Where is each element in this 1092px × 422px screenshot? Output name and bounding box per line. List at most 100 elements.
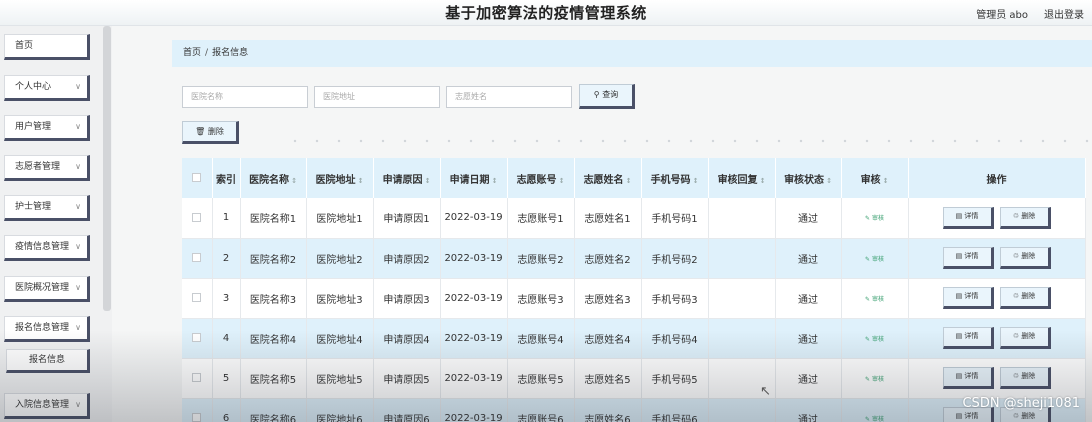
sidebar-item[interactable]: 入院信息管理 ∨ — [4, 393, 90, 419]
row-delete-button[interactable]: ♲ 删除 — [999, 327, 1051, 349]
watermark: CSDN @sheji1081 — [962, 396, 1080, 411]
select-all-checkbox[interactable] — [192, 173, 202, 182]
audit-link[interactable]: ✎ 审核 — [865, 376, 884, 383]
column-header[interactable]: 审核状态 ↕ — [775, 158, 842, 198]
sidebar-item-label: 个人中心 — [15, 82, 52, 92]
sidebar-item[interactable]: 报名信息管理 ∨ — [4, 316, 90, 342]
sort-icon[interactable]: ↕ — [425, 177, 431, 185]
column-header[interactable]: 审核 ↕ — [841, 158, 909, 198]
detail-button[interactable]: ▤ 详情 — [942, 287, 994, 309]
cell-index: 3 — [212, 278, 241, 319]
column-header-label: 操作 — [986, 174, 1007, 186]
sort-icon[interactable]: ↕ — [826, 177, 832, 185]
sort-icon[interactable]: ↕ — [559, 177, 565, 185]
sidebar-item-label: 疫情信息管理 — [15, 242, 70, 252]
column-header[interactable]: 手机号码 ↕ — [641, 158, 709, 198]
chevron-down-icon: ∨ — [75, 323, 81, 332]
column-header[interactable]: 申请原因 ↕ — [373, 158, 441, 198]
column-header[interactable]: 志愿姓名 ↕ — [574, 158, 642, 198]
sort-icon[interactable]: ↕ — [626, 177, 632, 185]
sort-icon[interactable]: ↕ — [291, 177, 297, 185]
cell-reply — [708, 398, 776, 422]
column-header[interactable]: 医院地址 ↕ — [306, 158, 374, 198]
column-header-label: 志愿账号 — [516, 174, 557, 186]
audit-link[interactable]: ✎ 审核 — [865, 296, 884, 303]
search-icon: ⚲ — [593, 90, 600, 99]
detail-label: 详情 — [964, 211, 979, 220]
sidebar-item[interactable]: 用户管理 ∨ — [4, 115, 90, 141]
cell-actions: ▤ 详情 ♲ 删除 — [908, 238, 1086, 279]
sidebar-item[interactable]: 医院概况管理 ∨ — [4, 276, 90, 302]
audit-link[interactable]: ✎ 审核 — [865, 256, 884, 263]
cell-actions: ▤ 详情 ♲ 删除 — [908, 358, 1086, 399]
row-checkbox[interactable] — [192, 333, 202, 342]
trash-icon: ♲ — [1012, 372, 1020, 380]
cell-index: 4 — [212, 318, 241, 359]
hospital-name-input[interactable]: 医院名称 — [182, 86, 308, 108]
row-checkbox[interactable] — [192, 253, 202, 262]
sidebar-scrollbar[interactable] — [103, 26, 111, 311]
detail-button[interactable]: ▤ 详情 — [942, 367, 994, 389]
row-checkbox[interactable] — [192, 293, 202, 302]
sort-icon[interactable]: ↕ — [883, 177, 889, 185]
cell-phone: 手机号码3 — [641, 278, 709, 319]
detail-button[interactable]: ▤ 详情 — [942, 206, 994, 229]
edit-icon: ✎ — [865, 255, 871, 263]
audit-link[interactable]: ✎ 审核 — [865, 215, 884, 222]
volunteer-name-input[interactable]: 志愿姓名 — [446, 86, 572, 108]
cell-phone: 手机号码6 — [641, 398, 709, 422]
cell-account: 志愿账号4 — [507, 318, 575, 359]
cell-account: 志愿账号5 — [507, 358, 575, 399]
row-delete-button[interactable]: ♲ 删除 — [999, 247, 1051, 269]
batch-delete-button[interactable]: 🗑 删除 — [182, 121, 239, 144]
row-delete-button[interactable]: ♲ 删除 — [999, 206, 1051, 229]
query-button[interactable]: ⚲ 查询 — [579, 84, 635, 109]
cell-reason: 申请原因1 — [373, 198, 441, 239]
sort-icon[interactable]: ↕ — [492, 177, 498, 185]
row-delete-label: 删除 — [1021, 372, 1036, 380]
detail-button[interactable]: ▤ 详情 — [942, 247, 994, 269]
column-header-label: 志愿姓名 — [583, 174, 624, 186]
cell-audit: ✎ 审核 — [841, 318, 909, 359]
cell-name: 志愿姓名3 — [574, 278, 642, 319]
row-delete-button[interactable]: ♲ 删除 — [999, 367, 1051, 389]
detail-button[interactable]: ▤ 详情 — [942, 327, 994, 349]
sidebar-item[interactable]: 疫情信息管理 ∨ — [4, 235, 90, 261]
sidebar-item[interactable]: 志愿者管理 ∨ — [4, 155, 90, 181]
row-checkbox[interactable] — [192, 212, 202, 222]
audit-label: 审核 — [871, 255, 884, 263]
cell-date: 2022-03-19 — [440, 358, 508, 399]
cell-hospital-name: 医院名称2 — [240, 238, 307, 279]
column-header[interactable]: 志愿账号 ↕ — [507, 158, 575, 198]
sidebar-item[interactable]: 护士管理 ∨ — [4, 195, 90, 221]
row-checkbox[interactable] — [192, 413, 202, 422]
batch-delete-label: 删除 — [207, 127, 224, 136]
breadcrumb-current: 报名信息 — [212, 48, 249, 58]
row-delete-label: 删除 — [1021, 292, 1036, 300]
column-header[interactable]: 申请日期 ↕ — [440, 158, 508, 198]
hospital-address-input[interactable]: 医院地址 — [314, 86, 440, 108]
detail-icon: ▤ — [955, 412, 963, 420]
cell-account: 志愿账号2 — [507, 238, 575, 279]
row-delete-label: 删除 — [1021, 211, 1036, 220]
row-delete-button[interactable]: ♲ 删除 — [999, 287, 1051, 309]
sidebar-item[interactable]: 首页 — [4, 34, 90, 60]
detail-label: 详情 — [964, 332, 979, 340]
sort-icon[interactable]: ↕ — [760, 177, 766, 185]
column-header[interactable]: 审核回复 ↕ — [708, 158, 776, 198]
sort-icon[interactable]: ↕ — [358, 177, 364, 185]
cell-phone: 手机号码2 — [641, 238, 709, 279]
sort-icon[interactable]: ↕ — [693, 177, 699, 185]
audit-link[interactable]: ✎ 审核 — [865, 336, 884, 343]
app-title: 基于加密算法的疫情管理系统 — [445, 4, 647, 22]
row-select-cell — [182, 198, 213, 239]
row-select-cell — [182, 398, 213, 422]
audit-link[interactable]: ✎ 审核 — [865, 416, 884, 422]
logout-link[interactable]: 退出登录 — [1044, 6, 1084, 21]
row-checkbox[interactable] — [192, 373, 202, 382]
sidebar-item[interactable]: 个人中心 ∨ — [4, 75, 90, 101]
sidebar-subitem[interactable]: 报名信息 — [6, 349, 90, 373]
column-header-label: 审核 — [860, 174, 881, 186]
breadcrumb-home[interactable]: 首页 — [183, 48, 201, 58]
column-header[interactable]: 医院名称 ↕ — [240, 158, 307, 198]
